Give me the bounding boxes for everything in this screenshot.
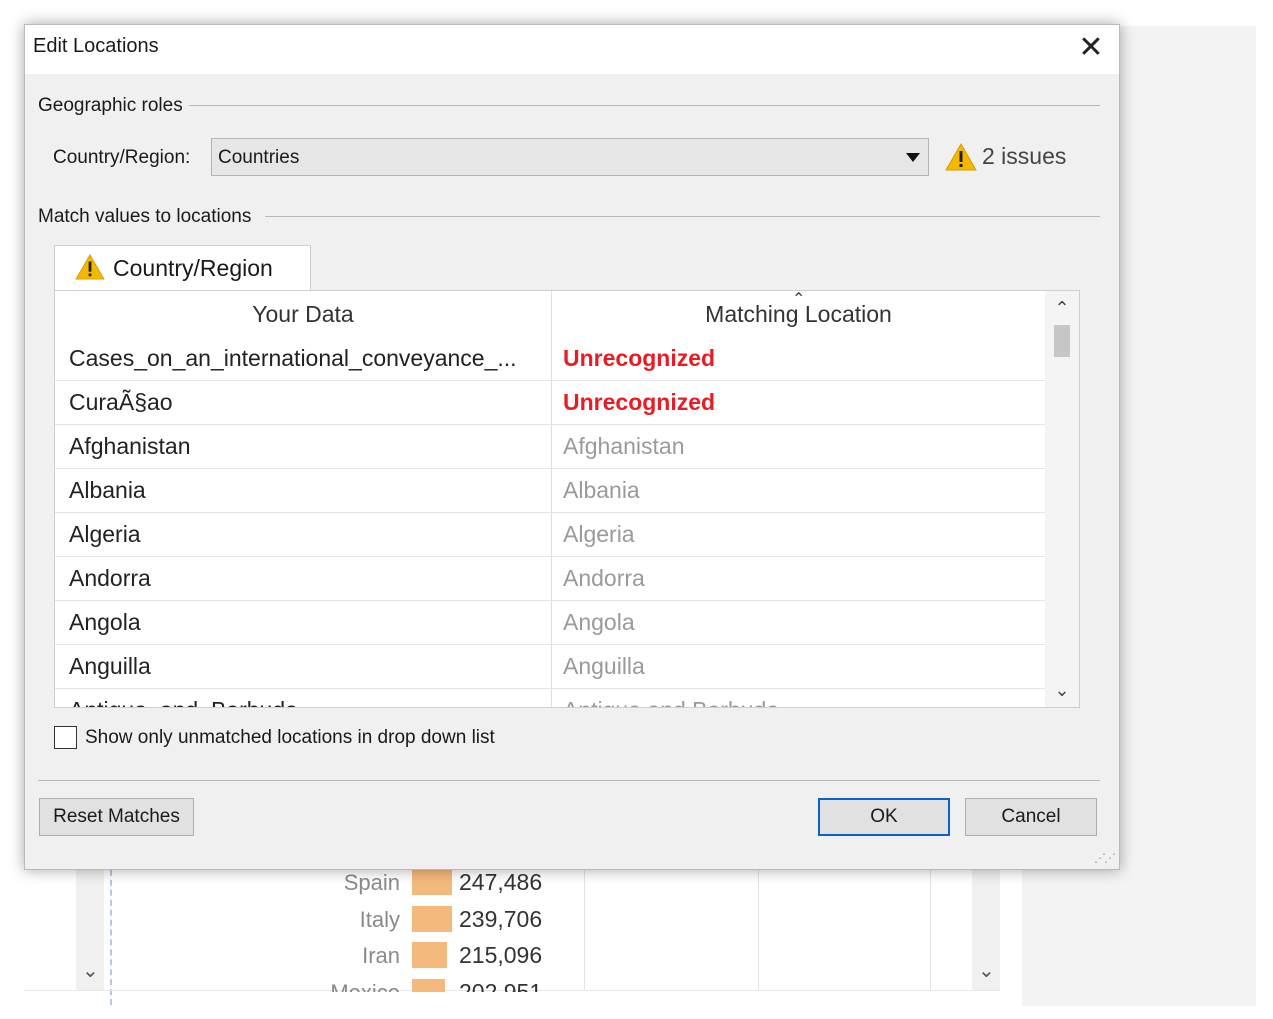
background-gridline <box>758 860 759 990</box>
table-row[interactable]: Angola Angola <box>55 601 1045 645</box>
background-bar <box>412 978 445 992</box>
matching-location-cell[interactable]: Algeria <box>563 521 1033 548</box>
table-row[interactable]: CuraÃ§ao Unrecognized <box>55 381 1045 425</box>
country-region-label: Country/Region: <box>53 147 191 168</box>
your-data-cell: Afghanistan <box>69 433 191 459</box>
ok-button[interactable]: OK <box>818 798 950 836</box>
matching-location-cell[interactable]: Unrecognized <box>563 345 1033 372</box>
your-data-cell: Albania <box>69 477 146 503</box>
chevron-up-icon[interactable]: ⌃ <box>1045 291 1079 323</box>
table-vertical-scrollbar[interactable]: ⌃ ⌄ <box>1045 291 1079 707</box>
close-icon[interactable]: ✕ <box>1073 31 1109 67</box>
your-data-cell: CuraÃ§ao <box>69 389 173 415</box>
background-gridline <box>930 860 931 990</box>
matching-location-cell[interactable]: Anguilla <box>563 653 1033 680</box>
background-scrollbar-left[interactable]: ⌄ <box>76 860 104 990</box>
scrollbar-thumb[interactable] <box>1054 325 1070 357</box>
background-country-label: Spain <box>343 870 400 895</box>
dialog-title-bar[interactable]: Edit Locations ✕ <box>25 25 1119 74</box>
your-data-cell: Anguilla <box>69 653 151 679</box>
tab-label: Country/Region <box>113 255 273 281</box>
matching-location-cell[interactable]: Albania <box>563 477 1033 504</box>
background-axis-dashed-line <box>110 860 112 1005</box>
issues-count-link[interactable]: 2 issues <box>982 143 1066 170</box>
background-chart-row: Iran 215,096 <box>300 939 600 969</box>
background-country-label: Iran <box>362 943 400 968</box>
background-value-label: 215,096 <box>459 942 543 968</box>
resize-grip-icon[interactable]: ⋰⋰ <box>1094 851 1116 865</box>
background-bar <box>412 905 452 932</box>
reset-matches-button[interactable]: Reset Matches <box>39 798 194 836</box>
warning-icon <box>75 253 105 285</box>
table-row[interactable]: Algeria Algeria <box>55 513 1045 557</box>
background-chart-row: Spain 247,486 <box>300 866 600 896</box>
edit-locations-dialog: Edit Locations ✕ Geographic roles Countr… <box>24 24 1120 870</box>
section-divider <box>185 105 1100 106</box>
show-unmatched-checkbox[interactable] <box>54 726 77 749</box>
chevron-down-icon[interactable]: ⌄ <box>978 958 995 983</box>
country-region-select[interactable]: Countries <box>211 138 929 176</box>
warning-icon[interactable] <box>945 142 977 176</box>
background-chart-row: Mexico 202,951 <box>300 976 600 993</box>
your-data-cell: Angola <box>69 609 141 635</box>
your-data-cell: Algeria <box>69 521 141 547</box>
dialog-title: Edit Locations <box>33 35 159 57</box>
background-bar <box>412 869 452 895</box>
table-row[interactable]: Anguilla Anguilla <box>55 645 1045 689</box>
matching-location-cell[interactable]: Andorra <box>563 565 1033 592</box>
background-country-label: Italy <box>359 906 400 932</box>
matching-location-cell[interactable]: Angola <box>563 609 1033 636</box>
sort-ascending-icon: ⌃ <box>792 291 806 308</box>
background-value-label: 247,486 <box>459 869 543 895</box>
footer-divider <box>38 780 1100 781</box>
chevron-down-icon[interactable]: ⌄ <box>1045 675 1079 707</box>
background-country-label: Mexico <box>330 979 400 993</box>
table-row[interactable]: Andorra Andorra <box>55 557 1045 601</box>
section-divider <box>265 216 1100 217</box>
background-scrollbar-right[interactable]: ⌄ <box>972 860 1000 990</box>
chevron-down-icon[interactable]: ⌄ <box>82 958 99 983</box>
cancel-button[interactable]: Cancel <box>965 798 1097 836</box>
column-header-your-data[interactable]: Your Data <box>55 291 551 337</box>
table-row[interactable]: Cases_on_an_international_conveyance_...… <box>55 337 1045 381</box>
background-bar-chart: Spain 247,486 Italy 239,706 Iran 215,096 Mexic… <box>300 866 600 992</box>
background-chart-row: Italy 239,706 <box>300 903 600 933</box>
background-bar <box>412 942 447 968</box>
location-match-table: Your Data Matching Location ⌃ Cases_on_a… <box>54 290 1080 708</box>
background-value-label: 239,706 <box>459 905 543 932</box>
match-values-heading: Match values to locations <box>38 206 258 228</box>
your-data-cell: Antigua_and_Barbuda <box>69 697 539 707</box>
select-value: Countries <box>218 147 300 168</box>
show-unmatched-label[interactable]: Show only unmatched locations in drop do… <box>85 727 495 749</box>
your-data-cell: Cases_on_an_international_conveyance_... <box>69 345 517 371</box>
geographic-roles-heading: Geographic roles <box>38 95 189 117</box>
your-data-cell: Andorra <box>69 565 151 591</box>
table-row[interactable]: Antigua_and_Barbuda Antigua and Barbuda <box>55 689 1045 707</box>
table-row[interactable]: Albania Albania <box>55 469 1045 513</box>
matching-location-cell[interactable]: Unrecognized <box>563 389 1033 416</box>
tab-country-region[interactable]: Country/Region <box>54 245 311 291</box>
matching-location-cell[interactable]: Antigua and Barbuda <box>563 697 1033 707</box>
background-value-label: 202,951 <box>459 978 543 993</box>
table-row[interactable]: Afghanistan Afghanistan <box>55 425 1045 469</box>
matching-location-cell[interactable]: Afghanistan <box>563 433 1033 460</box>
dropdown-arrow-icon[interactable] <box>906 153 920 162</box>
